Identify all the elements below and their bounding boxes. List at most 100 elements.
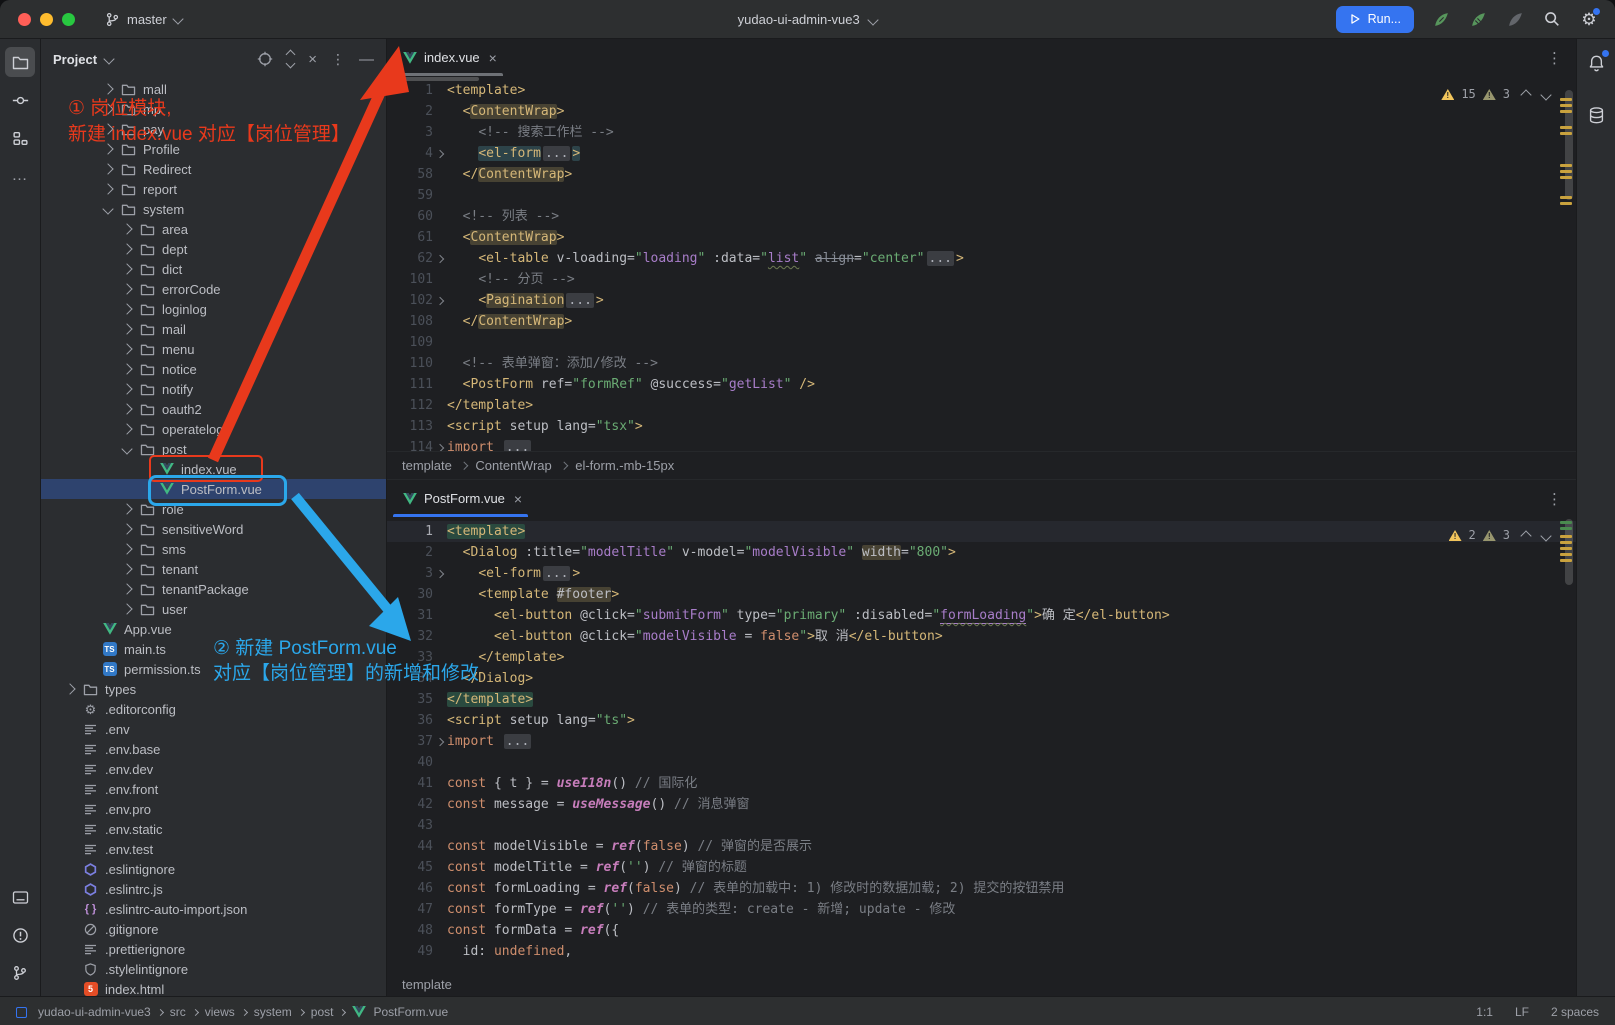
tree-item-.env.dev[interactable]: .env.dev [41, 759, 386, 779]
code-line-34[interactable]: 34 </Dialog> [387, 668, 1576, 689]
chevron-right-icon[interactable] [121, 543, 132, 554]
tree-item-post[interactable]: post [41, 439, 386, 459]
expand-all-icon[interactable] [287, 51, 294, 67]
code-line-41[interactable]: 41const { t } = useI18n() // 国际化 [387, 773, 1576, 794]
status-path-item[interactable]: views [205, 1005, 235, 1019]
tree-item-notice[interactable]: notice [41, 359, 386, 379]
fold-chevron-icon[interactable] [436, 296, 444, 304]
status-path-item[interactable]: PostForm.vue [373, 1005, 448, 1019]
code-line-48[interactable]: 48const formData = ref({ [387, 920, 1576, 941]
fold-chevron-icon[interactable] [436, 569, 444, 577]
code-line-4[interactable]: 4 <el-form...> [387, 143, 1576, 164]
code-line-3[interactable]: 3 <!-- 搜索工作栏 --> [387, 122, 1576, 143]
code-line-35[interactable]: 35</template> [387, 689, 1576, 710]
chevron-right-icon[interactable] [121, 243, 132, 254]
code-line-46[interactable]: 46const formLoading = ref(false) // 表单的加… [387, 878, 1576, 899]
tree-item-system[interactable]: system [41, 199, 386, 219]
more-icon[interactable]: … [5, 161, 35, 191]
tree-item-pay[interactable]: pay [41, 119, 386, 139]
more-options-icon[interactable]: ⋮ [331, 52, 345, 66]
tree-item-.stylelintignore[interactable]: .stylelintignore [41, 959, 386, 979]
tree-item-.prettierignore[interactable]: .prettierignore [41, 939, 386, 959]
maximize-window-button[interactable] [62, 13, 75, 26]
chevron-right-icon[interactable] [121, 343, 132, 354]
chevron-right-icon[interactable] [121, 263, 132, 274]
tree-item-.env.pro[interactable]: .env.pro [41, 799, 386, 819]
tree-item-mall[interactable]: mall [41, 79, 386, 99]
code-line-42[interactable]: 42const message = useMessage() // 消息弹窗 [387, 794, 1576, 815]
settings-gear-icon[interactable]: ⚙ [1579, 9, 1599, 29]
code-line-36[interactable]: 36<script setup lang="ts"> [387, 710, 1576, 731]
structure-icon[interactable] [5, 123, 35, 153]
fold-chevron-icon[interactable] [436, 443, 444, 451]
tree-item-Redirect[interactable]: Redirect [41, 159, 386, 179]
code-line-30[interactable]: 30 <template #footer> [387, 584, 1576, 605]
status-path-item[interactable]: system [254, 1005, 292, 1019]
fold-chevron-icon[interactable] [436, 254, 444, 262]
version-control-icon[interactable] [5, 958, 35, 988]
chevron-right-icon[interactable] [102, 143, 113, 154]
code-line-37[interactable]: 37import ... [387, 731, 1576, 752]
hide-panel-icon[interactable]: — [359, 52, 374, 67]
chevron-right-icon[interactable] [102, 163, 113, 174]
prev-problem-icon[interactable] [1520, 89, 1531, 100]
breadcrumb-item[interactable]: template [402, 977, 452, 992]
tree-item-.gitignore[interactable]: .gitignore [41, 919, 386, 939]
code-line-109[interactable]: 109 [387, 332, 1576, 353]
scrollbar[interactable] [1560, 517, 1576, 971]
project-title[interactable]: yudao-ui-admin-vue3 [738, 12, 860, 27]
scrollbar[interactable] [1560, 76, 1576, 451]
git-branch-widget[interactable]: master [105, 12, 182, 27]
next-problem-icon[interactable] [1540, 89, 1551, 100]
code-line-2[interactable]: 2 <Dialog :title="modelTitle" v-model="m… [387, 542, 1576, 563]
tree-item-mail[interactable]: mail [41, 319, 386, 339]
plugin-green-icon[interactable] [1431, 9, 1451, 29]
tree-item-.env.front[interactable]: .env.front [41, 779, 386, 799]
chevron-right-icon[interactable] [121, 303, 132, 314]
chevron-right-icon[interactable] [102, 183, 113, 194]
chevron-right-icon[interactable] [102, 123, 113, 134]
chevron-right-icon[interactable] [121, 583, 132, 594]
chevron-down-icon[interactable] [102, 203, 113, 214]
tree-item-.env.static[interactable]: .env.static [41, 819, 386, 839]
commit-icon[interactable] [5, 85, 35, 115]
code-line-62[interactable]: 62 <el-table v-loading="loading" :data="… [387, 248, 1576, 269]
tab-postform-vue[interactable]: PostForm.vue × [387, 480, 534, 517]
code-line-44[interactable]: 44const modelVisible = ref(false) // 弹窗的… [387, 836, 1576, 857]
prev-problem-icon[interactable] [1520, 530, 1531, 541]
chevron-right-icon[interactable] [102, 103, 113, 114]
code-line-114[interactable]: 114import ... [387, 437, 1576, 451]
tree-item-notify[interactable]: notify [41, 379, 386, 399]
code-line-2[interactable]: 2 <ContentWrap> [387, 101, 1576, 122]
tree-item-App.vue[interactable]: App.vue [41, 619, 386, 639]
code-line-102[interactable]: 102 <Pagination...> [387, 290, 1576, 311]
tree-item-operatelog[interactable]: operatelog [41, 419, 386, 439]
code-editor-postform-vue[interactable]: 1<template>2 <Dialog :title="modelTitle"… [387, 517, 1576, 971]
breadcrumb-item[interactable]: ContentWrap [475, 458, 551, 473]
indent-setting[interactable]: 2 spaces [1551, 1005, 1599, 1019]
tree-item-area[interactable]: area [41, 219, 386, 239]
problems-icon[interactable] [5, 920, 35, 950]
fold-chevron-icon[interactable] [436, 149, 444, 157]
line-ending[interactable]: LF [1515, 1005, 1529, 1019]
inspections-widget[interactable]: !2!3 [1449, 525, 1550, 546]
tree-item-.env.base[interactable]: .env.base [41, 739, 386, 759]
code-line-101[interactable]: 101 <!-- 分页 --> [387, 269, 1576, 290]
close-icon[interactable]: × [489, 50, 497, 66]
tree-item-.eslintrc.js[interactable]: .eslintrc.js [41, 879, 386, 899]
more-options-icon[interactable]: ⋮ [1547, 49, 1562, 67]
chevron-right-icon[interactable] [121, 383, 132, 394]
code-line-40[interactable]: 40 [387, 752, 1576, 773]
tree-item-tenant[interactable]: tenant [41, 559, 386, 579]
code-line-110[interactable]: 110 <!-- 表单弹窗：添加/修改 --> [387, 353, 1576, 374]
code-line-58[interactable]: 58 </ContentWrap> [387, 164, 1576, 185]
chevron-right-icon[interactable] [121, 503, 132, 514]
code-line-60[interactable]: 60 <!-- 列表 --> [387, 206, 1576, 227]
database-icon[interactable] [1584, 103, 1608, 127]
tree-item-types[interactable]: types [41, 679, 386, 699]
collapse-all-icon[interactable]: × [308, 52, 317, 67]
chevron-right-icon[interactable] [121, 403, 132, 414]
code-line-108[interactable]: 108 </ContentWrap> [387, 311, 1576, 332]
tree-item-sms[interactable]: sms [41, 539, 386, 559]
code-line-43[interactable]: 43 [387, 815, 1576, 836]
